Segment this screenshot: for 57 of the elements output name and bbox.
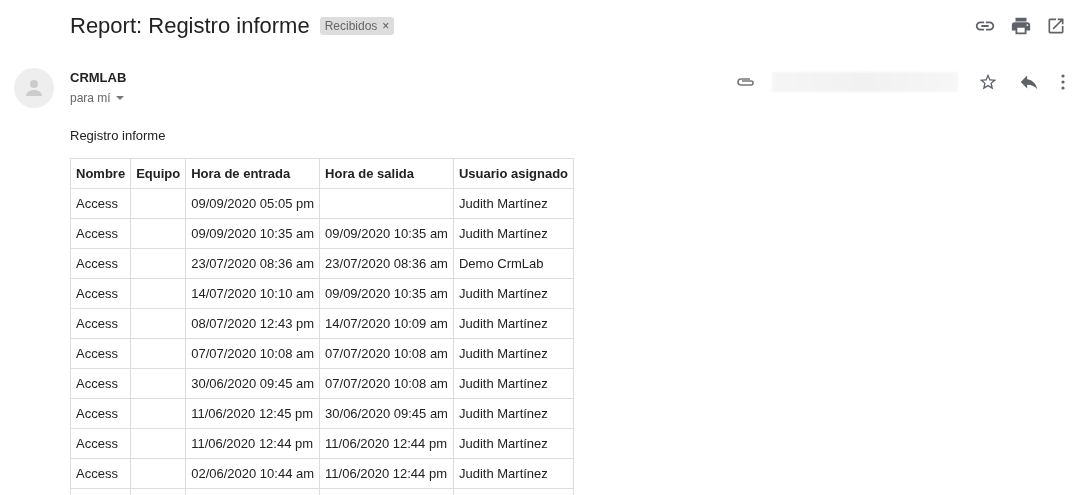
table-cell: Demo CrmLab: [453, 248, 574, 279]
table-cell: 14/07/2020 10:10 am: [185, 278, 320, 309]
table-cell: Judith Martínez: [453, 308, 574, 339]
table-cell: Judith Martínez: [453, 458, 574, 489]
print-icon[interactable]: [1010, 15, 1032, 37]
sender-name: CRMLAB: [70, 70, 128, 85]
column-header: Nombre: [70, 158, 131, 189]
table-cell: Access: [70, 368, 131, 399]
table-cell: 14/07/2020 10:09 am: [319, 308, 454, 339]
avatar-icon: [14, 68, 54, 108]
table-cell: 09/09/2020 05:05 pm: [185, 188, 320, 219]
table-cell: Access: [70, 428, 131, 459]
column-header: Hora de salida: [319, 158, 454, 189]
table-cell: 09/09/2020 10:35 am: [185, 218, 320, 249]
table-cell: Access: [70, 248, 131, 279]
table-cell: 09/09/2020 10:35 am: [319, 278, 454, 309]
table-cell: Judith Martínez: [453, 338, 574, 369]
table-cell: Access: [70, 338, 131, 369]
remove-label-button[interactable]: ×: [382, 19, 390, 33]
table-cell: Access: [70, 308, 131, 339]
email-subject: Report: Registro informe: [70, 13, 310, 39]
table-cell: 23/07/2020 08:36 am: [319, 248, 454, 279]
table-cell: Access: [70, 458, 131, 489]
column-header: Equipo: [130, 158, 186, 189]
table-cell: Access: [70, 398, 131, 429]
table-cell: 02/06/2020 10:44 am: [185, 458, 320, 489]
more-icon[interactable]: [1060, 73, 1066, 91]
table-cell: Judith Martínez: [453, 368, 574, 399]
table-cell: Access: [70, 218, 131, 249]
table-cell: 23/07/2020 08:36 am: [185, 248, 320, 279]
body-text: Registro informe: [70, 128, 167, 144]
table-cell: 11/06/2020 12:44 pm: [185, 428, 320, 459]
table-cell: 07/07/2020 10:08 am: [319, 368, 454, 399]
inbox-label[interactable]: Recibidos ×: [319, 17, 395, 35]
table-cell: Judith Martínez: [453, 218, 574, 249]
table-cell: Access: [70, 188, 131, 219]
table-cell: 07/07/2020 10:08 am: [185, 338, 320, 369]
column-header: Hora de entrada: [185, 158, 320, 189]
table-cell: Access: [70, 278, 131, 309]
table-cell: 11/06/2020 12:44 pm: [319, 428, 454, 459]
table-cell: Judith Martínez: [453, 188, 574, 219]
table-cell: Judith Martínez: [453, 398, 574, 429]
table-cell: 07/07/2020 10:08 am: [319, 338, 454, 369]
paperclip-icon: [736, 76, 756, 88]
new-window-icon[interactable]: [1046, 16, 1066, 36]
star-icon[interactable]: [978, 72, 998, 92]
table-cell: 08/07/2020 12:43 pm: [185, 308, 320, 339]
recipient-text: para mí: [70, 91, 111, 105]
column-header: Usuario asignado: [453, 158, 574, 189]
table-cell: 30/06/2020 09:45 am: [185, 368, 320, 399]
dropdown-caret-icon[interactable]: [114, 95, 125, 101]
table-cell: 09/09/2020 10:35 am: [319, 218, 454, 249]
table-cell: 30/06/2020 09:45 am: [319, 398, 454, 429]
table-cell: Judith Martínez: [453, 428, 574, 459]
table-cell: Judith Martínez: [453, 278, 574, 309]
table-cell: 11/06/2020 12:44 pm: [319, 458, 454, 489]
table-cell: 11/06/2020 12:45 pm: [185, 398, 320, 429]
